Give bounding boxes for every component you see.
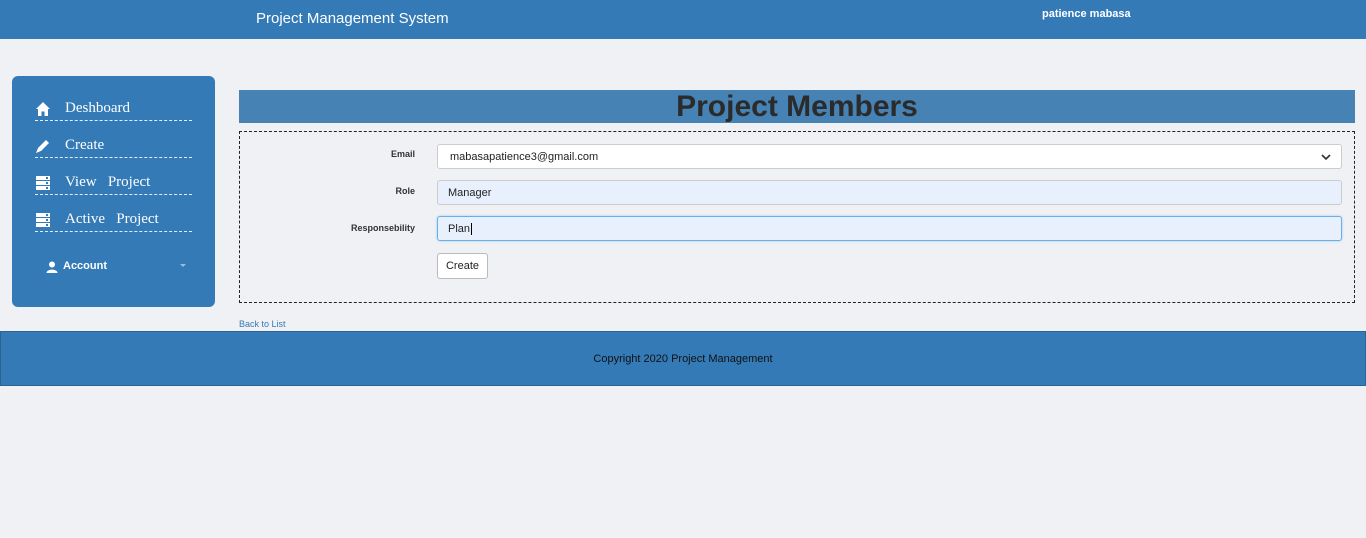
account-dropdown[interactable]: Account xyxy=(46,258,186,274)
responsibility-input[interactable]: Plan xyxy=(437,216,1342,241)
app-title[interactable]: Project Management System xyxy=(256,10,449,27)
account-label: Account xyxy=(63,260,107,272)
create-button[interactable]: Create xyxy=(437,253,488,279)
home-icon xyxy=(35,101,51,117)
page-title: Project Members xyxy=(676,90,918,123)
sidebar-item-dashboard[interactable]: Deshboard xyxy=(35,97,192,121)
responsibility-label: Responsebility xyxy=(350,223,415,233)
sidebar: Deshboard Create View Project Active Pro… xyxy=(12,76,215,307)
sidebar-item-label: Active Project xyxy=(65,211,159,227)
role-input-value: Manager xyxy=(448,186,492,199)
chevron-down-icon xyxy=(1321,152,1331,162)
email-select[interactable]: mabasapatience3@gmail.com xyxy=(437,144,1342,169)
role-input[interactable]: Manager xyxy=(437,180,1342,205)
project-member-form: Email mabasapatience3@gmail.com Role Man… xyxy=(239,131,1355,303)
responsibility-input-value: Plan xyxy=(448,222,471,235)
user-icon xyxy=(46,260,58,273)
copyright-text: Copyright 2020 Project Management xyxy=(593,353,773,365)
sidebar-item-label: Deshboard xyxy=(65,100,130,116)
back-to-list-link[interactable]: Back to List xyxy=(239,319,286,329)
footer: Copyright 2020 Project Management xyxy=(0,331,1366,386)
server-icon xyxy=(35,212,51,228)
text-cursor xyxy=(471,222,473,235)
user-name[interactable]: patience mabasa xyxy=(1042,8,1131,20)
top-navbar: Project Management System patience mabas… xyxy=(0,0,1366,39)
page-header: Project Members xyxy=(239,90,1355,123)
email-label: Email xyxy=(390,149,415,159)
server-icon xyxy=(35,175,51,191)
email-select-value: mabasapatience3@gmail.com xyxy=(450,150,599,163)
sidebar-item-label: View Project xyxy=(65,174,151,190)
sidebar-item-create[interactable]: Create xyxy=(35,134,192,158)
caret-down-icon xyxy=(180,264,186,267)
role-label: Role xyxy=(395,186,415,196)
sidebar-item-view-project[interactable]: View Project xyxy=(35,171,192,195)
sidebar-item-label: Create xyxy=(65,137,105,153)
sidebar-item-active-project[interactable]: Active Project xyxy=(35,208,192,232)
pencil-icon xyxy=(35,138,51,154)
